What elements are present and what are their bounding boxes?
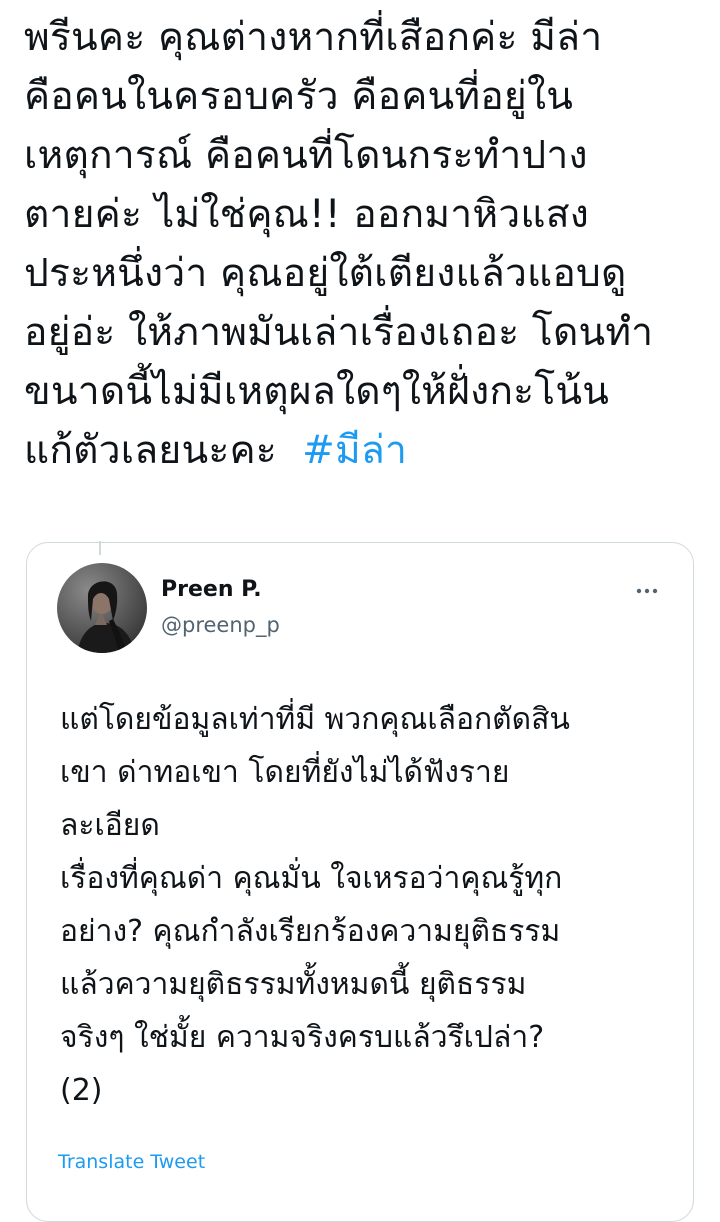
- quoted-text-line: แล้วความยุติธรรมทั้งหมดนี้ ยุติธรรม: [60, 967, 527, 1002]
- tweet-text-line: ตายค่ะ ไม่ใช่คุณ!! ออกมาหิวแสง: [24, 192, 589, 237]
- quoted-text-line: จริงๆ ใช่มั้ย ความจริงครบแล้วรึเปล่า?: [60, 1020, 545, 1055]
- more-dots-icon: [636, 588, 658, 594]
- author-name[interactable]: Preen P.: [161, 577, 262, 602]
- quoted-tweet-text: แต่โดยข้อมูลเท่าที่มี พวกคุณเลือกตัดสิน …: [60, 693, 680, 1117]
- tweet-text-line: ประหนึ่งว่า คุณอยู่ใต้เตียงแล้วแอบดู: [24, 251, 627, 296]
- tweet-text-line: แก้ตัวเลยนะคะ: [24, 428, 277, 473]
- quoted-text-line: อย่าง? คุณกำลังเรียกร้องความยุติธรรม: [60, 914, 561, 949]
- hashtag-link[interactable]: #มีล่า: [302, 428, 407, 473]
- more-options-button[interactable]: [633, 579, 663, 603]
- tweet-text: พรีนคะ คุณต่างหากที่เสือกค่ะ มีล่า คือคน…: [24, 8, 704, 480]
- tweet-text-line: พรีนคะ คุณต่างหากที่เสือกค่ะ มีล่า: [24, 15, 603, 60]
- author-handle[interactable]: @preenp_p: [161, 613, 280, 637]
- quoted-text-line: เรื่องที่คุณด่า คุณมั่น ใจเหรอว่าคุณรู้ท…: [60, 861, 563, 896]
- quoted-text-line: แต่โดยข้อมูลเท่าที่มี พวกคุณเลือกตัดสิน: [60, 702, 570, 737]
- tweet-text-line: อยู่อ่ะ ให้ภาพมันเล่าเรื่องเถอะ โดนทำ: [24, 310, 654, 355]
- avatar[interactable]: [57, 563, 147, 653]
- tweet-text-last-line: แก้ตัวเลยนะคะ #มีล่า: [24, 421, 704, 480]
- avatar-photo: [57, 563, 147, 653]
- tweet-text-line: ขนาดนี้ไม่มีเหตุผลใดๆให้ฝั่งกะโน้น: [24, 369, 610, 414]
- quoted-tweet-card[interactable]: Preen P. @preenp_p แต่โดยข้อมูลเท่าที่มี…: [26, 542, 694, 1222]
- tweet-text-line: เหตุการณ์ คือคนที่โดนกระทำปาง: [24, 133, 588, 178]
- tweet-text-line: คือคนในครอบครัว คือคนที่อยู่ใน: [24, 74, 574, 119]
- quoted-text-line: เขา ด่าทอเขา โดยที่ยังไม่ได้ฟังราย: [60, 755, 510, 790]
- translate-tweet-link[interactable]: Translate Tweet: [58, 1151, 205, 1173]
- quoted-text-line: ละเอียด: [60, 808, 160, 843]
- quoted-text-line: (2): [60, 1073, 103, 1108]
